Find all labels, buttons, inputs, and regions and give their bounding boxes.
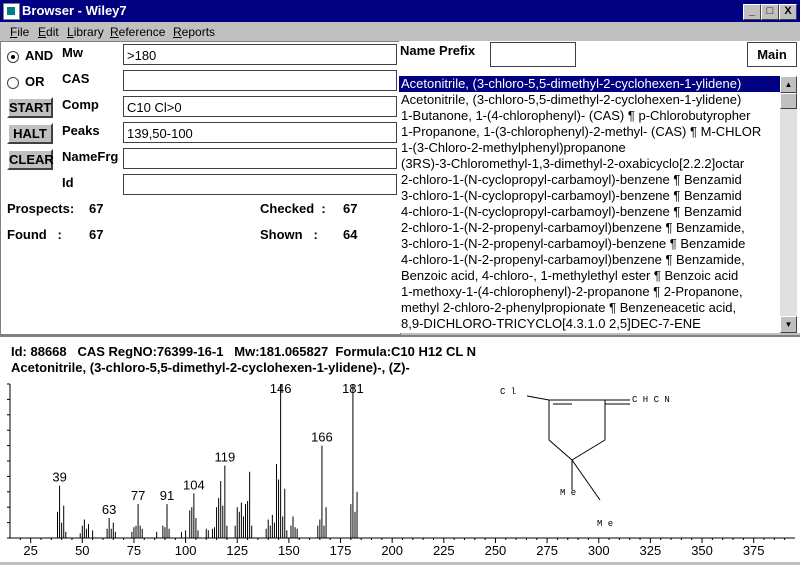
comp-label: Comp [62, 97, 99, 112]
peak-label: 119 [214, 450, 235, 465]
x-tick-label: 375 [743, 543, 765, 558]
x-tick-label: 50 [75, 543, 89, 558]
maximize-button[interactable]: □ [761, 4, 779, 20]
result-item[interactable]: Benzoic acid, 4-chloro-, 1-methylethyl e… [399, 268, 780, 284]
namefrg-label: NameFrg [62, 149, 119, 164]
scroll-up-button[interactable]: ▲ [780, 76, 797, 93]
result-item[interactable]: 1-(3-Chloro-2-methylphenyl)propanone [399, 140, 780, 156]
app-icon[interactable] [3, 3, 20, 20]
structure-diagram: C l C H C N M e M e [500, 387, 670, 529]
compound-info: Id: 88668 CAS RegNO:76399-16-1 Mw:181.06… [0, 335, 800, 380]
x-tick-label: 25 [23, 543, 37, 558]
peak-label: 146 [270, 381, 292, 396]
or-label: OR [25, 74, 45, 89]
minimize-button[interactable]: _ [743, 4, 761, 20]
result-item[interactable]: 8,9-DICHLORO-TRICYCLO[4.3.1.0 2,5]DEC-7-… [399, 316, 780, 332]
peak-label: 77 [131, 488, 145, 503]
chcn-label: C H C N [632, 395, 670, 405]
menu-reference[interactable]: Reference [110, 25, 165, 39]
result-item[interactable]: Acetonitrile, (3-chloro-5,5-dimethyl-2-c… [399, 92, 780, 108]
namefrg-input[interactable] [123, 148, 397, 169]
checked-label: Checked : [260, 201, 326, 216]
menu-bar: File Edit Library Reference Reports [0, 22, 800, 41]
clear-button[interactable]: CLEAR [7, 149, 54, 170]
spectrum-chart: 25 50 75 100 125 150 175 200 225 250 275 300 325 350 3… [7, 381, 795, 558]
results-scrollbar[interactable]: ▲ ▼ [780, 76, 797, 333]
x-tick-label: 175 [330, 543, 352, 558]
close-button[interactable]: X [779, 4, 797, 20]
menu-file[interactable]: File [10, 25, 29, 39]
x-tick-label: 100 [175, 543, 197, 558]
me-label-1: M e [560, 488, 576, 498]
x-tick-label: 250 [485, 543, 507, 558]
found-label: Found : [7, 227, 62, 242]
and-radio[interactable] [7, 51, 19, 63]
search-panel: AND OR START HALT CLEAR Mw >180 CAS Comp… [0, 41, 401, 335]
menu-edit[interactable]: Edit [38, 25, 59, 39]
result-item[interactable]: 3-chloro-1-(N-cyclopropyl-carbamoyl)-ben… [399, 188, 780, 204]
result-item[interactable]: 4-chloro-1-(N-2-propenyl-carbamoyl)benze… [399, 252, 780, 268]
result-item[interactable]: Acetonitrile, (3-chloro-5,5-dimethyl-2-c… [399, 76, 780, 92]
result-item[interactable]: 1-Propanone, 1-(3-chlorophenyl)-2-methyl… [399, 124, 780, 140]
found-value: 67 [89, 227, 104, 242]
result-item[interactable]: 2-chloro-1-(N-cyclopropyl-carbamoyl)-ben… [399, 172, 780, 188]
result-item[interactable]: (3RS)-3-Chloromethyl-1,3-dimethyl-2-oxab… [399, 156, 780, 172]
result-item[interactable]: 1-Butanone, 1-(4-chlorophenyl)- (CAS) ¶ … [399, 108, 780, 124]
name-prefix-input[interactable] [490, 42, 576, 67]
results-panel: Name Prefix Main Acetonitrile, (3-chloro… [399, 41, 800, 333]
peak-label: 104 [183, 477, 205, 492]
x-tick-label: 125 [226, 543, 248, 558]
peak-label: 91 [160, 488, 174, 503]
mw-input[interactable]: >180 [123, 44, 397, 65]
shown-value: 64 [343, 227, 358, 242]
checked-value: 67 [343, 201, 358, 216]
start-button[interactable]: START [7, 97, 53, 118]
cas-label: CAS [62, 71, 90, 86]
result-item[interactable]: 4-chloro-1-(N-cyclopropyl-carbamoyl)-ben… [399, 204, 780, 220]
x-tick-label: 75 [127, 543, 141, 558]
mass-spectrum: 25 50 75 100 125 150 175 200 225 250 275 300 325 350 3… [0, 380, 800, 562]
peak-label: 166 [311, 430, 333, 445]
main-library-field[interactable]: Main [747, 42, 797, 67]
x-tick-label: 150 [278, 543, 300, 558]
id-input[interactable] [123, 174, 397, 195]
me-label-2: M e [597, 519, 613, 529]
compound-info-line: Id: 88668 CAS RegNO:76399-16-1 Mw:181.06… [11, 344, 477, 359]
compound-name: Acetonitrile, (3-chloro-5,5-dimethyl-2-c… [11, 360, 410, 375]
comp-input[interactable]: C10 Cl>0 [123, 96, 397, 117]
title-bar: Browser - Wiley7 _ □ X [0, 0, 800, 22]
x-tick-label: 200 [381, 543, 403, 558]
prospects-label: Prospects: [7, 201, 75, 216]
or-radio[interactable] [7, 77, 19, 89]
result-item[interactable]: 1-methoxy-1-(4-chlorophenyl)-2-propanone… [399, 284, 780, 300]
x-tick-label: 300 [588, 543, 610, 558]
x-tick-label: 225 [433, 543, 455, 558]
prospects-value: 67 [89, 201, 104, 216]
window-title: Browser - Wiley7 [22, 3, 127, 18]
and-label: AND [25, 48, 54, 63]
halt-button[interactable]: HALT [7, 123, 53, 144]
peaks-input[interactable]: 139,50-100 [123, 122, 397, 143]
x-tick-label: 275 [536, 543, 558, 558]
result-item[interactable]: methyl 2-chloro-2-phenylpropionate ¶ Ben… [399, 300, 780, 316]
results-list: Acetonitrile, (3-chloro-5,5-dimethyl-2-c… [399, 76, 780, 333]
shown-label: Shown : [260, 227, 318, 242]
menu-reports[interactable]: Reports [173, 25, 215, 39]
x-tick-label: 325 [640, 543, 662, 558]
cl-label: C l [500, 387, 516, 397]
result-item[interactable]: 2-chloro-1-(N-2-propenyl-carbamoyl)benze… [399, 220, 780, 236]
cas-input[interactable] [123, 70, 397, 91]
result-item[interactable]: 3-chloro-1-(N-2-propenyl-carbamoyl)-benz… [399, 236, 780, 252]
x-tick-label: 350 [691, 543, 713, 558]
id-label: Id [62, 175, 74, 190]
peaks-label: Peaks [62, 123, 100, 138]
peak-label: 181 [342, 381, 364, 396]
name-prefix-label: Name Prefix [400, 43, 476, 58]
mw-label: Mw [62, 45, 83, 60]
peak-label: 63 [102, 502, 116, 517]
peak-label: 39 [52, 470, 66, 485]
menu-library[interactable]: Library [67, 25, 104, 39]
scroll-down-button[interactable]: ▼ [780, 316, 797, 333]
scroll-thumb[interactable] [780, 93, 797, 109]
